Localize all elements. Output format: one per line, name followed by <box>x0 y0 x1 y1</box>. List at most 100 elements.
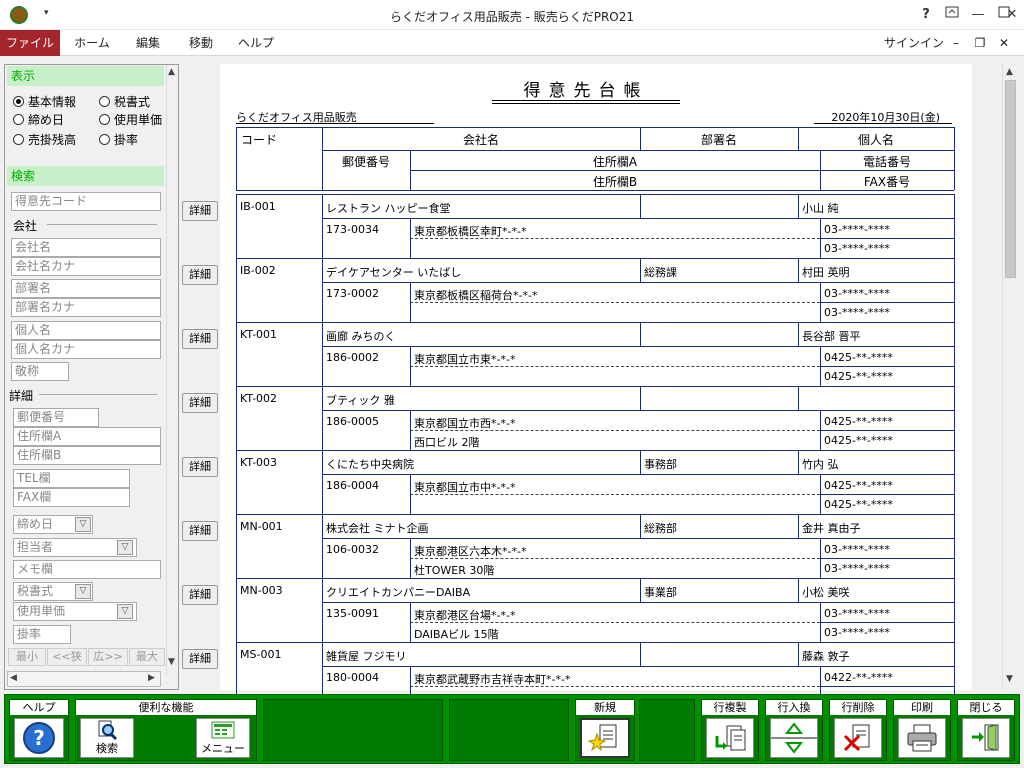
addr-a-input[interactable]: 住所欄A <box>13 427 161 446</box>
ribbon-display-icon[interactable] <box>940 4 964 26</box>
address-a: 東京都国立市東*-*-* <box>414 353 516 366</box>
table-line <box>798 258 799 282</box>
table-line <box>236 514 954 515</box>
scroll-thumb[interactable] <box>1005 80 1016 278</box>
printer-icon <box>907 724 937 752</box>
rate-input[interactable]: 掛率 <box>13 625 71 644</box>
scroll-right-icon[interactable]: ▶ <box>148 673 155 683</box>
addr-b-input[interactable]: 住所欄B <box>13 446 161 465</box>
detail-button[interactable]: 詳細 <box>182 585 218 605</box>
window-title: らくだオフィス用品販売 - 販売らくだPRO21 <box>389 10 634 24</box>
signin-link[interactable]: サインイン <box>884 30 944 56</box>
delete-row-label: 行削除 <box>830 700 886 715</box>
customer-code: IB-001 <box>240 200 276 213</box>
radio-receivable[interactable]: 売掛残高 <box>13 131 76 149</box>
table-line <box>640 450 641 474</box>
menu-button[interactable]: メニュー <box>196 718 250 758</box>
address-a: 東京都港区台場*-*-* <box>414 609 516 622</box>
detail-button[interactable]: 詳細 <box>182 521 218 541</box>
dept-input[interactable]: 部署名 <box>11 279 161 298</box>
scroll-up-icon[interactable]: ▲ <box>1006 67 1013 77</box>
postal-code: 180-0004 <box>326 671 379 684</box>
table-line <box>820 238 954 239</box>
search-button[interactable]: 検索 <box>80 718 134 758</box>
scroll-down-icon[interactable]: ▼ <box>168 657 175 667</box>
chevron-down-icon[interactable]: ▽ <box>117 604 133 619</box>
person-kana-input[interactable]: 個人名カナ <box>11 340 161 359</box>
table-line <box>236 642 954 643</box>
mdi-close-icon[interactable]: ✕ <box>994 30 1014 56</box>
mdi-minimize-icon[interactable]: – <box>946 30 966 56</box>
left-vertical-scrollbar[interactable]: ▲ ▼ <box>166 65 178 675</box>
department: 総務課 <box>644 266 677 279</box>
chevron-down-icon[interactable]: ▽ <box>75 517 91 532</box>
new-record-button[interactable] <box>580 718 630 758</box>
help-icon[interactable]: ? <box>914 4 938 26</box>
menu-home[interactable]: ホーム <box>66 30 118 56</box>
table-line <box>640 322 641 346</box>
mdi-restore-icon[interactable]: ❐ <box>970 30 990 56</box>
detail-button[interactable]: 詳細 <box>182 329 218 349</box>
horizontal-scrollbar[interactable]: ◀ ▶ <box>7 671 161 687</box>
chevron-down-icon[interactable]: ▽ <box>75 584 91 599</box>
fax-input[interactable]: FAX欄 <box>13 488 130 507</box>
menu-edit[interactable]: 編集 <box>124 30 172 56</box>
menu-file[interactable]: ファイル <box>0 30 60 56</box>
company-kana-input[interactable]: 会社名カナ <box>11 257 161 276</box>
postal-input[interactable]: 郵便番号 <box>13 408 99 427</box>
delete-row-button[interactable] <box>834 718 882 758</box>
move-row-down-button[interactable] <box>770 738 818 758</box>
menu-move[interactable]: 移動 <box>178 30 224 56</box>
scroll-up-icon[interactable]: ▲ <box>168 67 175 77</box>
nav-narrow-button[interactable]: <<狭 <box>47 648 87 666</box>
move-row-up-button[interactable] <box>770 718 818 738</box>
phone-number: 03-****-**** <box>824 543 890 556</box>
radio-unit-price[interactable]: 使用単価 <box>99 111 162 129</box>
company-name-input[interactable]: 会社名 <box>11 238 161 257</box>
radio-rate[interactable]: 掛率 <box>99 131 138 149</box>
nav-wide-button[interactable]: 広>> <box>88 648 128 666</box>
copy-row-button[interactable] <box>706 718 754 758</box>
scroll-left-icon[interactable]: ◀ <box>10 673 17 683</box>
display-section-header: 表示 <box>7 66 164 86</box>
chevron-down-icon[interactable]: ▽ <box>117 540 133 555</box>
radio-tax-format[interactable]: 税書式 <box>99 93 150 111</box>
report-vertical-scrollbar[interactable]: ▲ ▼ <box>1002 64 1018 690</box>
menu-help[interactable]: ヘルプ <box>230 30 282 56</box>
radio-basic-info[interactable]: 基本情報 <box>13 93 76 111</box>
honorific-input[interactable]: 敬称 <box>11 362 69 381</box>
minimize-window-icon[interactable]: — <box>966 4 990 26</box>
nav-min-button[interactable]: 最小 <box>8 648 46 666</box>
header-fax: FAX番号 <box>863 175 911 189</box>
radio-dot-icon <box>13 96 24 107</box>
detail-button[interactable]: 詳細 <box>182 201 218 221</box>
tel-input[interactable]: TEL欄 <box>13 469 130 488</box>
table-line <box>236 322 237 386</box>
department: 総務部 <box>644 522 677 535</box>
detail-button[interactable]: 詳細 <box>182 393 218 413</box>
empty-group <box>263 699 443 761</box>
person-name: 藤森 敦子 <box>802 650 850 663</box>
detail-button[interactable]: 詳細 <box>182 265 218 285</box>
table-line <box>236 578 954 579</box>
scroll-down-icon[interactable]: ▼ <box>1006 674 1013 684</box>
table-line <box>236 386 237 450</box>
detail-button[interactable]: 詳細 <box>182 649 218 669</box>
close-button[interactable] <box>962 718 1010 758</box>
help-button[interactable]: ? <box>14 718 64 758</box>
detail-button[interactable]: 詳細 <box>182 457 218 477</box>
divider <box>47 224 157 225</box>
close-window-icon[interactable]: ✕ <box>1000 4 1024 26</box>
person-input[interactable]: 個人名 <box>11 321 161 340</box>
table-line <box>236 578 237 642</box>
person-name: 小山 純 <box>802 202 839 215</box>
company-name: 株式会社 ミナト企画 <box>326 522 429 535</box>
radio-closing-day[interactable]: 締め日 <box>13 111 64 129</box>
print-button[interactable] <box>898 718 946 758</box>
dept-kana-input[interactable]: 部署名カナ <box>11 298 161 317</box>
table-line <box>236 514 237 578</box>
postal-code: 186-0004 <box>326 479 379 492</box>
memo-input[interactable]: メモ欄 <box>13 560 161 579</box>
customer-code-input[interactable]: 得意先コード <box>11 192 161 211</box>
nav-max-button[interactable]: 最大 <box>129 648 165 666</box>
